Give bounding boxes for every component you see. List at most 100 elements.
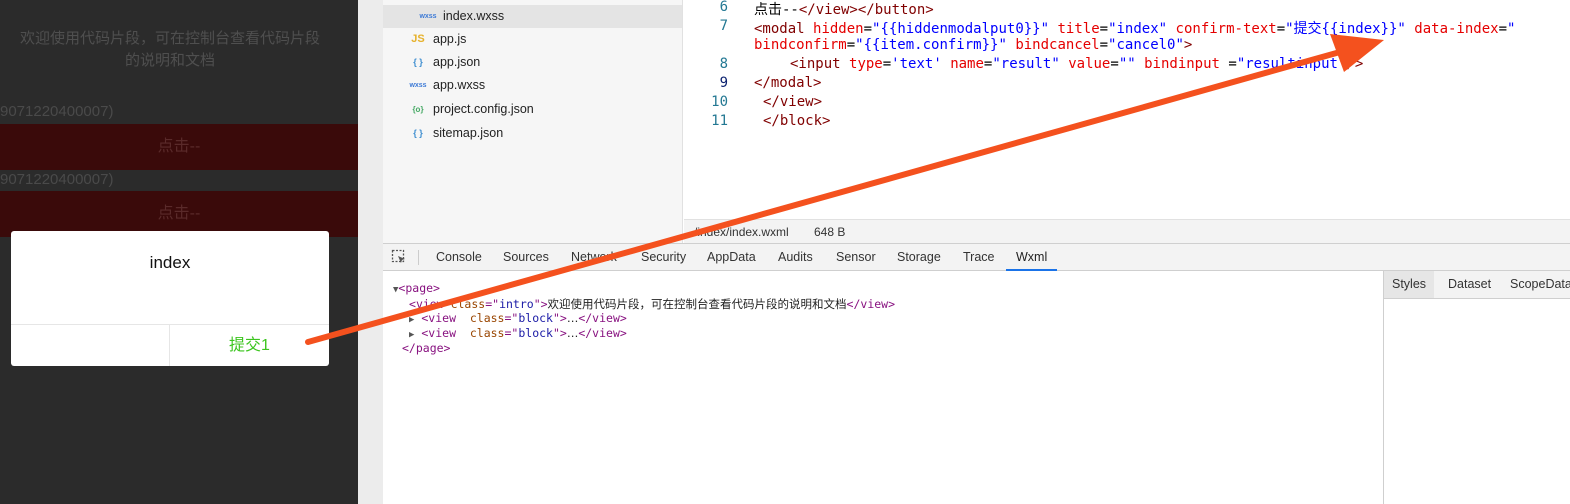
code-string: "{{item.confirm}}": [855, 37, 1007, 53]
code-line: 点击--</view></button>: [754, 0, 934, 19]
code-line: </view>: [763, 94, 822, 110]
code-attr: value: [1068, 56, 1111, 72]
modal-cancel-button[interactable]: [11, 325, 170, 366]
tab-storage[interactable]: Storage: [897, 244, 941, 271]
js-file-icon: JS: [411, 33, 425, 45]
dom-node-block[interactable]: ▶ <view class="block">…</view>: [409, 311, 627, 325]
tab-audits[interactable]: Audits: [778, 244, 813, 271]
line-number: 6: [719, 0, 728, 15]
item-id-text: 9071220400007): [0, 103, 114, 120]
tab-dataset[interactable]: Dataset: [1440, 271, 1499, 298]
code-tag: />: [1346, 56, 1364, 72]
file-item-app-js[interactable]: JS app.js: [407, 28, 466, 51]
line-number: 10: [711, 94, 728, 110]
expand-triangle-icon[interactable]: ▶: [409, 315, 414, 325]
code-tag: >: [1183, 37, 1193, 53]
file-name: project.config.json: [433, 102, 534, 116]
code-string: "{{hiddenmodalput0}}": [872, 21, 1050, 37]
dom-node-page[interactable]: ▼<page>: [393, 281, 440, 295]
code-line: <modal hidden="{{hiddenmodalput0}}" titl…: [754, 21, 1516, 37]
file-item-project-config[interactable]: {o} project.config.json: [407, 98, 534, 121]
wxml-tree: ▼<page> <view class="intro">欢迎使用代码片段，可在控…: [383, 271, 1382, 504]
json-file-icon: { }: [413, 128, 423, 138]
tab-trace[interactable]: Trace: [963, 244, 995, 271]
devtools-tab-bar: Console Sources Network Security AppData…: [383, 243, 1570, 271]
modal-title: index: [149, 253, 191, 272]
line-number: 11: [711, 113, 728, 129]
file-name: app.js: [433, 32, 467, 46]
code-attr: name: [950, 56, 984, 72]
code-line: bindconfirm="{{item.confirm}}" bindcance…: [754, 37, 1193, 53]
click-button[interactable]: 点击--: [0, 124, 358, 170]
file-path: /index/index.wxml: [694, 225, 789, 239]
file-item-index-wxss[interactable]: wxss index.wxss: [383, 5, 682, 28]
tab-security[interactable]: Security: [641, 244, 686, 271]
item-id-text: 9071220400007): [0, 171, 114, 188]
line-number: 9: [719, 75, 728, 91]
code-string: "": [1118, 56, 1136, 72]
code-tag: <input: [790, 56, 841, 72]
modal-dialog: index 提交1: [11, 231, 329, 366]
side-tab-bar: Styles Dataset ScopeData: [1384, 271, 1570, 299]
code-attr: bindconfirm: [754, 37, 847, 53]
intro-text: 欢迎使用代码片段，可在控制台查看代码片段的说明和文档: [19, 30, 320, 69]
code-tag: </view></button>: [798, 2, 934, 18]
expand-triangle-icon[interactable]: ▶: [409, 330, 414, 340]
code-line: </block>: [763, 113, 830, 129]
file-name: sitemap.json: [433, 126, 504, 140]
config-file-icon: {o}: [412, 105, 424, 114]
file-name: app.wxss: [433, 78, 486, 92]
code-attr: title: [1057, 21, 1100, 37]
editor-status-bar: /index/index.wxml 648 B: [684, 219, 1570, 243]
file-name: index.wxss: [443, 9, 505, 23]
code-editor[interactable]: 6 7 8 9 10 11 点击--</view></button> <moda…: [684, 0, 1570, 219]
code-tag: </view>: [763, 94, 823, 110]
file-item-app-wxss[interactable]: wxss app.wxss: [407, 74, 485, 97]
code-tag: </modal>: [754, 75, 822, 91]
code-attr: hidden: [813, 21, 864, 37]
line-number: 7: [719, 18, 728, 34]
code-string: "resultinput": [1236, 56, 1347, 72]
code-string: 'text': [891, 56, 942, 72]
code-attr: bindcancel: [1015, 37, 1100, 53]
tab-sensor[interactable]: Sensor: [836, 244, 876, 271]
code-string: ": [1507, 21, 1516, 37]
panel-separator: [358, 0, 383, 504]
line-number: 8: [719, 56, 728, 72]
wxss-file-icon: wxss: [409, 82, 427, 89]
tab-console[interactable]: Console: [436, 244, 482, 271]
dom-node-page-close[interactable]: </page>: [402, 341, 450, 355]
inspect-element-icon[interactable]: [391, 249, 407, 265]
wxss-file-icon: wxss: [419, 13, 437, 20]
dom-node-block[interactable]: ▶ <view class="block">…</view>: [409, 326, 627, 340]
code-string: "cancel0": [1108, 37, 1184, 53]
tab-appdata[interactable]: AppData: [707, 244, 756, 271]
file-name: app.json: [433, 55, 481, 69]
modal-footer: 提交1: [11, 324, 329, 366]
file-size: 648 B: [814, 225, 846, 239]
code-attr: type: [849, 56, 883, 72]
code-attr: confirm-text: [1175, 21, 1277, 37]
file-item-sitemap-json[interactable]: { } sitemap.json: [407, 122, 503, 145]
tab-sources[interactable]: Sources: [503, 244, 549, 271]
code-attr: bindinput: [1144, 56, 1220, 72]
tab-scopedata[interactable]: ScopeData: [1502, 271, 1570, 298]
toolbar-divider: [418, 250, 419, 265]
element-side-panel: Styles Dataset ScopeData: [1383, 271, 1570, 504]
code-text: 点击--: [754, 2, 799, 18]
code-tag: </block>: [763, 113, 831, 129]
code-string: "提交{{index}}": [1285, 21, 1406, 37]
tab-styles[interactable]: Styles: [1384, 271, 1435, 298]
file-tree: wxss index.wxss JS app.js { } app.json w…: [383, 0, 683, 243]
code-line: </modal>: [754, 75, 821, 91]
code-line: <input type='text' name="result" value="…: [790, 56, 1364, 72]
code-string: "result": [992, 56, 1060, 72]
tab-network[interactable]: Network: [571, 244, 617, 271]
json-file-icon: { }: [413, 57, 423, 67]
code-attr: data-index: [1414, 21, 1499, 37]
dom-node-intro[interactable]: <view class="intro">欢迎使用代码片段，可在控制台查看代码片段…: [409, 296, 895, 312]
modal-confirm-button[interactable]: 提交1: [170, 325, 329, 366]
file-item-app-json[interactable]: { } app.json: [407, 51, 480, 74]
tab-wxml[interactable]: Wxml: [1006, 244, 1058, 271]
code-string: "index": [1108, 21, 1168, 37]
